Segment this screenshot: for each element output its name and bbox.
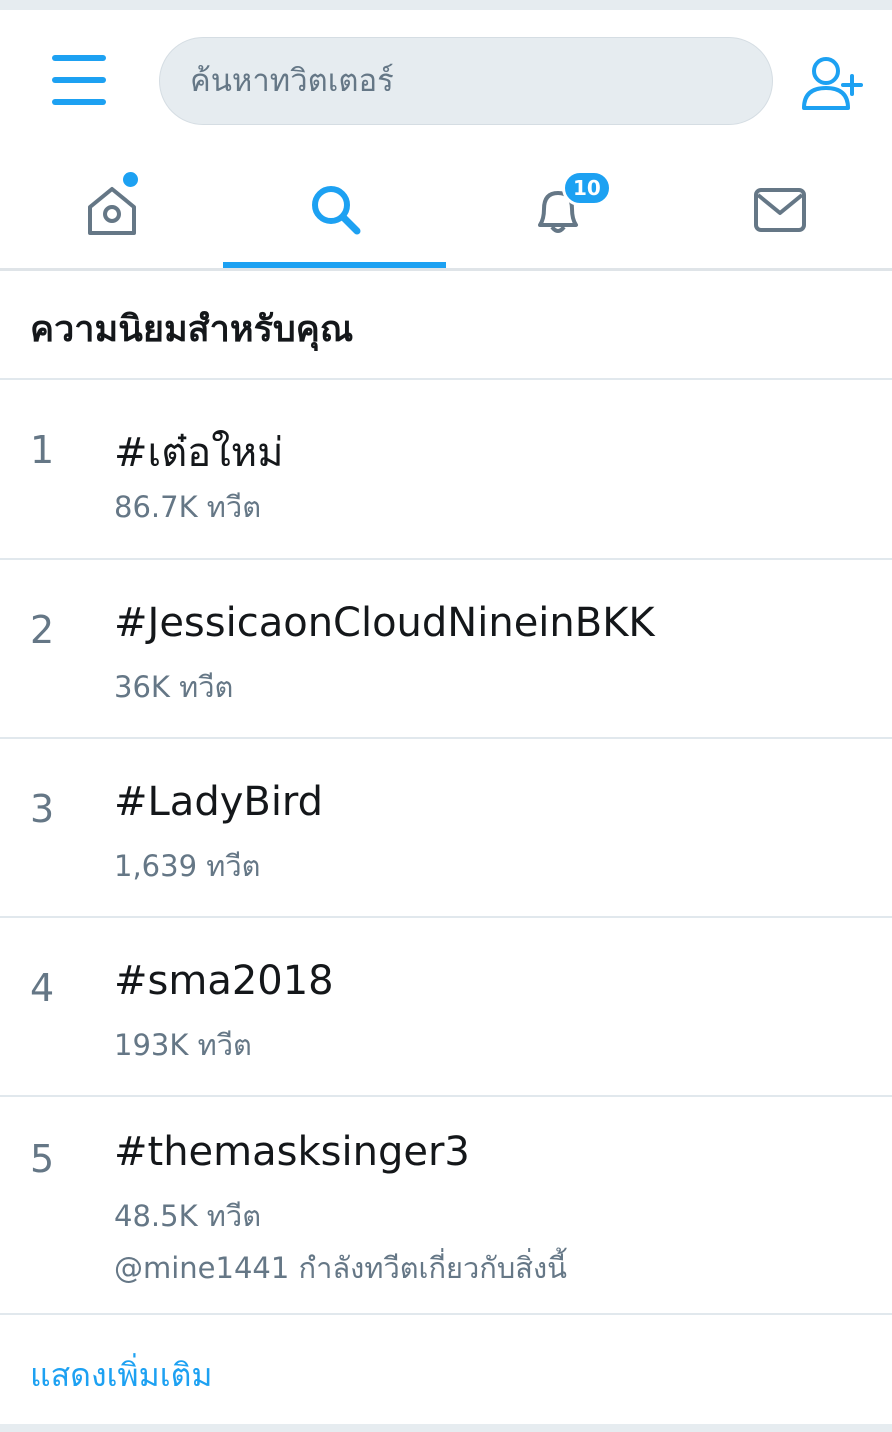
home-icon [88, 187, 136, 235]
trend-name: #LadyBird [114, 779, 324, 825]
tab-home[interactable] [0, 145, 223, 270]
trend-name: #themasksinger3 [114, 1129, 470, 1175]
trend-item-4[interactable]: 4 #sma2018 193K ทวีต [0, 918, 892, 1096]
trend-item-3[interactable]: 3 #LadyBird 1,639 ทวีต [0, 739, 892, 917]
notification-badge: 10 [562, 170, 612, 206]
trend-tweet-count: 36K ทวีต [114, 670, 234, 704]
top-bar [0, 10, 892, 145]
trend-rank: 2 [30, 608, 55, 652]
tab-notifications[interactable] [446, 145, 669, 270]
home-unread-dot [123, 172, 138, 187]
trend-rank: 3 [30, 787, 55, 831]
tab-bar: 10 [0, 145, 892, 270]
trend-tweet-count: 86.7K ทวีต [114, 490, 262, 524]
hamburger-menu-icon[interactable] [52, 55, 106, 105]
show-more-link[interactable]: แสดงเพิ่มเติม [30, 1350, 213, 1401]
trend-context: @mine1441 กำลังทวีตเกี่ยวกับสิ่งนี้ [114, 1251, 567, 1285]
divider [0, 1313, 892, 1315]
tab-bar-divider [0, 268, 892, 271]
trend-item-1[interactable]: 1 #เต๋อใหม่ 86.7K ทวีต [0, 380, 892, 558]
search-icon [312, 186, 361, 235]
trend-name: #เต๋อใหม่ [114, 430, 284, 476]
trend-rank: 5 [30, 1137, 55, 1181]
trend-name: #sma2018 [114, 958, 334, 1004]
tab-messages[interactable] [669, 145, 892, 270]
trend-name: #JessicaonCloudNineinBKK [114, 600, 655, 646]
add-user-icon[interactable] [800, 54, 864, 114]
trend-item-2[interactable]: 2 #JessicaonCloudNineinBKK 36K ทวีต [0, 560, 892, 738]
trend-tweet-count: 48.5K ทวีต [114, 1199, 262, 1233]
trend-rank: 4 [30, 966, 55, 1010]
tab-search[interactable] [223, 145, 446, 270]
search-input[interactable] [159, 37, 773, 125]
trend-tweet-count: 193K ทวีต [114, 1028, 252, 1062]
mail-icon [754, 188, 806, 232]
explore-screen: 10 ความนิยมสำหรับคุณ 1 #เต๋อใหม่ 86.7K ท… [0, 10, 892, 1424]
trend-item-5[interactable]: 5 #themasksinger3 48.5K ทวีต @mine1441 ก… [0, 1097, 892, 1313]
trend-rank: 1 [30, 428, 55, 472]
trend-tweet-count: 1,639 ทวีต [114, 849, 261, 883]
trends-heading: ความนิยมสำหรับคุณ [30, 309, 354, 350]
